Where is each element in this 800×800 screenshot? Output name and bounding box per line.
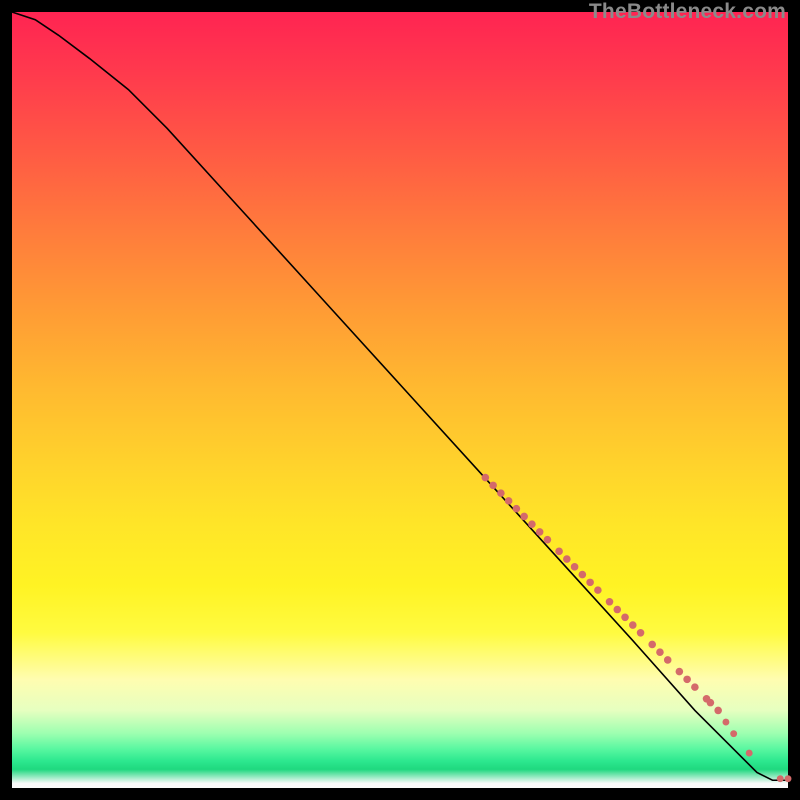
marker-point [746, 750, 753, 757]
curve-line [12, 12, 788, 780]
marker-point [482, 474, 490, 482]
marker-point [571, 563, 579, 571]
chart-stage: TheBottleneck.com [0, 0, 800, 800]
marker-point [555, 548, 563, 556]
marker-point [520, 513, 528, 521]
marker-point [648, 641, 656, 649]
marker-point [536, 528, 544, 536]
marker-point [656, 648, 664, 656]
marker-point [528, 520, 536, 528]
marker-point [621, 613, 629, 621]
chart-svg [12, 12, 788, 788]
marker-point [513, 505, 521, 513]
marker-group [482, 474, 792, 782]
marker-point [489, 482, 497, 490]
marker-point [722, 719, 729, 726]
marker-point [594, 586, 602, 594]
marker-point [707, 699, 715, 707]
marker-point [586, 579, 594, 587]
marker-point [637, 629, 645, 637]
marker-point [629, 621, 637, 629]
marker-point [544, 536, 552, 544]
marker-point [730, 730, 737, 737]
marker-point [785, 775, 792, 782]
attribution-watermark: TheBottleneck.com [589, 0, 786, 24]
marker-point [563, 555, 571, 563]
marker-point [676, 668, 684, 676]
marker-point [606, 598, 614, 606]
marker-point [505, 497, 513, 505]
marker-point [664, 656, 672, 664]
marker-point [691, 683, 699, 691]
marker-point [714, 707, 722, 715]
marker-point [497, 489, 505, 497]
marker-point [683, 676, 691, 684]
marker-point [579, 571, 587, 579]
marker-point [777, 775, 784, 782]
marker-point [613, 606, 621, 614]
